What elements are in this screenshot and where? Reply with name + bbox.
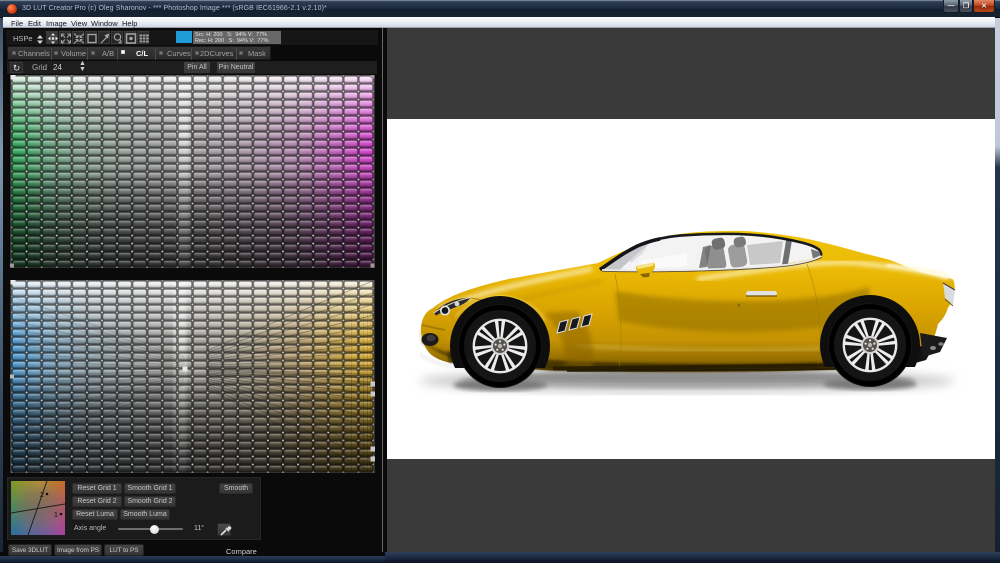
svg-text:1: 1 — [54, 512, 58, 519]
svg-text:2: 2 — [40, 492, 44, 499]
